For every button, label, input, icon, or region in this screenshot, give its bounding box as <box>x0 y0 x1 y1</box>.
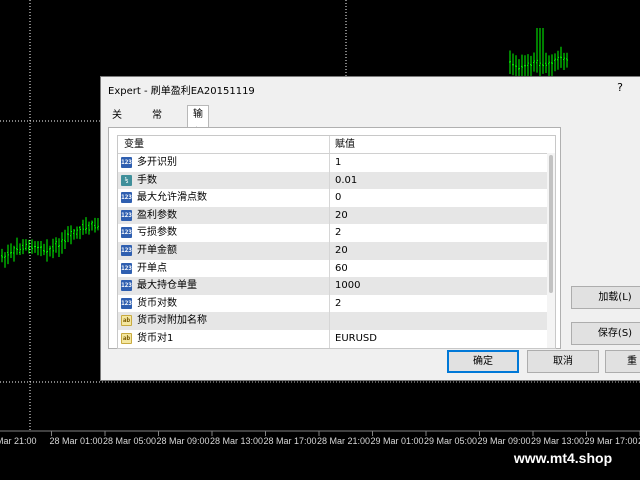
time-axis-label: 29 Mar 05:00 <box>424 436 477 446</box>
column-divider <box>329 171 330 190</box>
table-row[interactable]: ab 货币对1 EURUSD <box>118 329 555 348</box>
param-name: 开单点 <box>137 262 167 274</box>
param-name: 最大持仓单量 <box>137 280 197 292</box>
param-value[interactable]: 1 <box>335 154 341 172</box>
table-row[interactable]: 123 开单点 60 <box>118 259 555 278</box>
column-header-value[interactable]: 赋值 <box>335 136 355 153</box>
integer-type-icon: 123 <box>121 280 132 292</box>
time-axis-label: Mar 21:00 <box>0 436 37 446</box>
param-value[interactable]: 2 <box>335 295 341 313</box>
param-value[interactable]: 20 <box>335 242 348 260</box>
expert-properties-dialog: Expert - 刷单盈利EA20151119 ? 关于 常用 输入参数 变量 … <box>100 76 640 381</box>
table-header: 变量 赋值 <box>118 136 555 154</box>
column-divider <box>329 329 330 348</box>
time-axis-label: 28 Mar 05:00 <box>103 436 156 446</box>
time-axis-label: 28 Mar 13:00 <box>210 436 263 446</box>
column-header-variable[interactable]: 变量 <box>124 136 144 153</box>
table-row[interactable]: 123 盈利参数 20 <box>118 206 555 225</box>
table-row[interactable]: 123 开单金额 20 <box>118 241 555 260</box>
integer-type-icon: 123 <box>121 227 132 239</box>
param-value[interactable]: 1000 <box>335 277 360 295</box>
param-name: 手数 <box>137 174 157 186</box>
column-divider <box>329 277 330 295</box>
param-name: 开单金额 <box>137 244 177 256</box>
integer-type-icon: 123 <box>121 209 132 221</box>
site-watermark: www.mt4.shop <box>496 444 630 472</box>
param-value[interactable]: 20 <box>335 207 348 225</box>
ok-button[interactable]: 确定 <box>447 350 519 373</box>
column-divider <box>329 224 330 242</box>
integer-type-icon: 123 <box>121 262 132 274</box>
integer-type-icon: 123 <box>121 244 132 256</box>
param-value[interactable]: 0 <box>335 189 341 207</box>
help-icon[interactable]: ? <box>617 81 623 94</box>
column-divider <box>329 259 330 278</box>
tab-common[interactable]: 常用 <box>147 107 167 139</box>
tab-inputs[interactable]: 输入参数 <box>187 105 209 174</box>
string-type-icon: ab <box>121 315 132 327</box>
param-value[interactable]: 0.01 <box>335 172 357 190</box>
param-name: 最大允许滑点数 <box>137 192 207 204</box>
dialog-title: Expert - 刷单盈利EA20151119 <box>108 86 255 97</box>
string-type-icon: ab <box>121 332 132 344</box>
column-divider <box>329 312 330 330</box>
tab-about[interactable]: 关于 <box>107 107 127 139</box>
parameters-table[interactable]: 变量 赋值 123 多开识别 1 ½ 手数 0.01 123 最大允许滑点数 0 123 盈利参数 2… <box>117 135 556 349</box>
table-row[interactable]: ½ 手数 0.01 <box>118 171 555 190</box>
param-name: 货币对1 <box>137 332 174 344</box>
column-divider <box>329 241 330 260</box>
time-axis-label: 28 Mar 17:00 <box>264 436 317 446</box>
time-axis-label: 28 Mar 01:00 <box>50 436 103 446</box>
integer-type-icon: 123 <box>121 297 132 309</box>
column-divider[interactable] <box>329 136 330 153</box>
param-value[interactable]: EURUSD <box>335 330 377 348</box>
cancel-button[interactable]: 取消 <box>527 350 599 373</box>
scrollbar-thumb[interactable] <box>549 155 553 293</box>
inputs-panel: 变量 赋值 123 多开识别 1 ½ 手数 0.01 123 最大允许滑点数 0 123 盈利参数 2… <box>108 127 561 349</box>
table-row[interactable]: 123 最大持仓单量 1000 <box>118 277 555 295</box>
integer-type-icon: 123 <box>121 157 132 168</box>
column-divider <box>329 294 330 313</box>
param-name: 货币对数 <box>137 297 177 309</box>
column-divider <box>329 154 330 172</box>
vertical-scrollbar[interactable] <box>547 153 555 348</box>
table-row[interactable]: 123 亏损参数 2 <box>118 224 555 242</box>
column-divider <box>329 189 330 207</box>
double-type-icon: ½ <box>121 174 132 186</box>
table-row[interactable]: 123 多开识别 1 <box>118 154 555 172</box>
param-value[interactable]: 2 <box>335 224 341 242</box>
column-divider <box>329 206 330 225</box>
save-button[interactable]: 保存(S) <box>571 322 640 345</box>
time-axis-label: 28 Mar 21:00 <box>317 436 370 446</box>
param-name: 盈利参数 <box>137 209 177 221</box>
param-name: 亏损参数 <box>137 227 177 239</box>
table-row[interactable]: 123 最大允许滑点数 0 <box>118 189 555 207</box>
time-axis-label: 29 Mar 01:00 <box>371 436 424 446</box>
param-name: 货币对附加名称 <box>137 315 207 327</box>
load-button[interactable]: 加载(L) <box>571 286 640 309</box>
integer-type-icon: 123 <box>121 192 132 204</box>
time-axis-label: 28 Mar 09:00 <box>157 436 210 446</box>
table-body: 123 多开识别 1 ½ 手数 0.01 123 最大允许滑点数 0 123 盈利参数 20 123 亏损… <box>118 154 555 348</box>
reset-button[interactable]: 重 <box>605 350 640 373</box>
param-name: 多开识别 <box>137 157 177 168</box>
param-value[interactable]: 60 <box>335 260 348 278</box>
table-row[interactable]: 123 货币对数 2 <box>118 294 555 313</box>
table-row[interactable]: ab 货币对附加名称 <box>118 312 555 330</box>
